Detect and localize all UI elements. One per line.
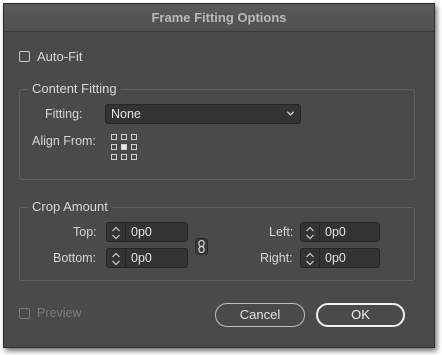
crop-left-label: Left: [269,225,294,239]
crop-left-stepper[interactable] [300,222,319,242]
ref-point-middle-right[interactable] [131,144,137,150]
cancel-button[interactable]: Cancel [215,303,305,327]
ref-point-top-left[interactable] [111,134,117,140]
link-values-button[interactable] [195,238,208,255]
dialog-title: Frame Fitting Options [4,4,434,32]
fitting-label: Fitting: [45,107,83,121]
ref-point-middle-left[interactable] [111,144,117,150]
ref-point-center[interactable] [121,144,127,150]
stepper-arrows-icon [112,226,120,240]
crop-left-input[interactable]: 0p0 [319,222,380,242]
ref-point-top-center[interactable] [121,134,127,140]
ok-button[interactable]: OK [316,303,405,327]
crop-bottom-label: Bottom: [53,251,97,265]
crop-bottom-stepper[interactable] [106,248,125,268]
align-from-label: Align From: [32,134,96,148]
crop-amount-group [19,207,415,281]
stepper-arrows-icon [306,226,314,240]
crop-top-input[interactable]: 0p0 [125,222,188,242]
frame-fitting-dialog: Frame Fitting Options Auto-Fit Content F… [3,3,435,348]
ref-point-bottom-center[interactable] [121,154,127,160]
reference-point-grid[interactable] [111,134,137,160]
crop-right-input[interactable]: 0p0 [319,248,380,268]
chain-link-icon [198,239,205,254]
crop-top-label: Top: [73,225,97,239]
preview-checkbox[interactable] [19,308,30,319]
chevron-down-icon [286,111,295,116]
crop-bottom-input[interactable]: 0p0 [125,248,188,268]
fitting-select[interactable]: None [105,104,301,124]
auto-fit-checkbox[interactable] [19,51,30,62]
preview-label[interactable]: Preview [37,306,81,320]
crop-amount-title: Crop Amount [28,199,112,214]
crop-right-label: Right: [260,251,293,265]
crop-top-stepper[interactable] [106,222,125,242]
ref-point-top-right[interactable] [131,134,137,140]
auto-fit-label[interactable]: Auto-Fit [37,49,83,64]
crop-right-stepper[interactable] [300,248,319,268]
fitting-value: None [111,107,141,121]
stepper-arrows-icon [112,252,120,266]
ref-point-bottom-right[interactable] [131,154,137,160]
content-fitting-title: Content Fitting [28,81,121,96]
stepper-arrows-icon [306,252,314,266]
ref-point-bottom-left[interactable] [111,154,117,160]
